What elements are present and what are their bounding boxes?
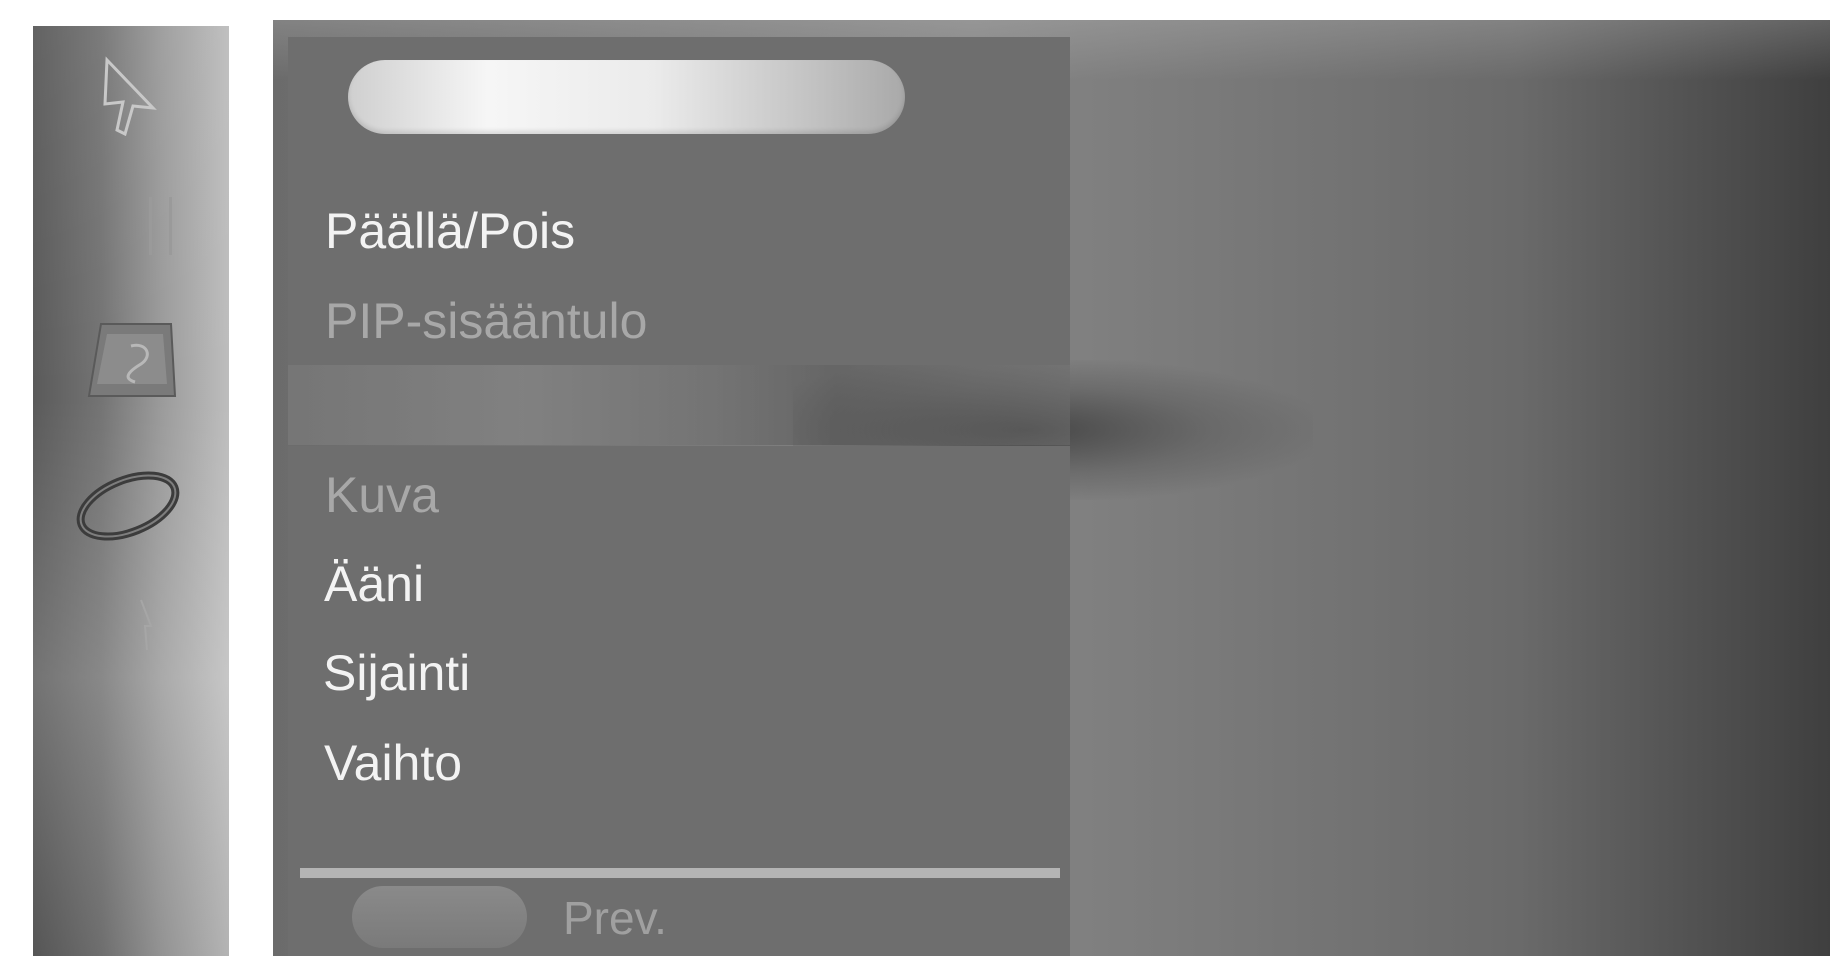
menu-item-pip-input[interactable]: PIP-sisääntulo <box>325 291 647 351</box>
ring-disc-icon[interactable] <box>73 466 183 548</box>
bars-icon[interactable] <box>143 191 183 261</box>
menu-title-pill <box>348 60 905 134</box>
pip-bottom-panel: Kuva Ääni Sijainti Vaihto Prev. <box>288 446 1070 956</box>
menu-item-picture[interactable]: Kuva <box>325 465 439 525</box>
pip-top-panel: Päällä/Pois PIP-sisääntulo <box>288 37 1070 365</box>
menu-item-on-off[interactable]: Päällä/Pois <box>325 201 575 261</box>
small-arrow-icon[interactable] <box>133 596 163 656</box>
menu-item-sound[interactable]: Ääni <box>324 554 424 614</box>
panel-separator-band <box>288 365 1070 445</box>
menu-item-position[interactable]: Sijainti <box>323 643 470 703</box>
cursor-arrow-icon[interactable] <box>101 56 161 136</box>
osd-sidebar <box>33 26 229 956</box>
prev-label: Prev. <box>563 892 667 944</box>
scroll-paper-icon[interactable] <box>87 316 183 404</box>
bottom-divider <box>300 868 1060 878</box>
menu-item-swap[interactable]: Vaihto <box>324 733 462 793</box>
tv-osd-screen: Päällä/Pois PIP-sisääntulo Kuva Ääni Sij… <box>0 0 1830 956</box>
prev-button[interactable] <box>352 886 527 948</box>
